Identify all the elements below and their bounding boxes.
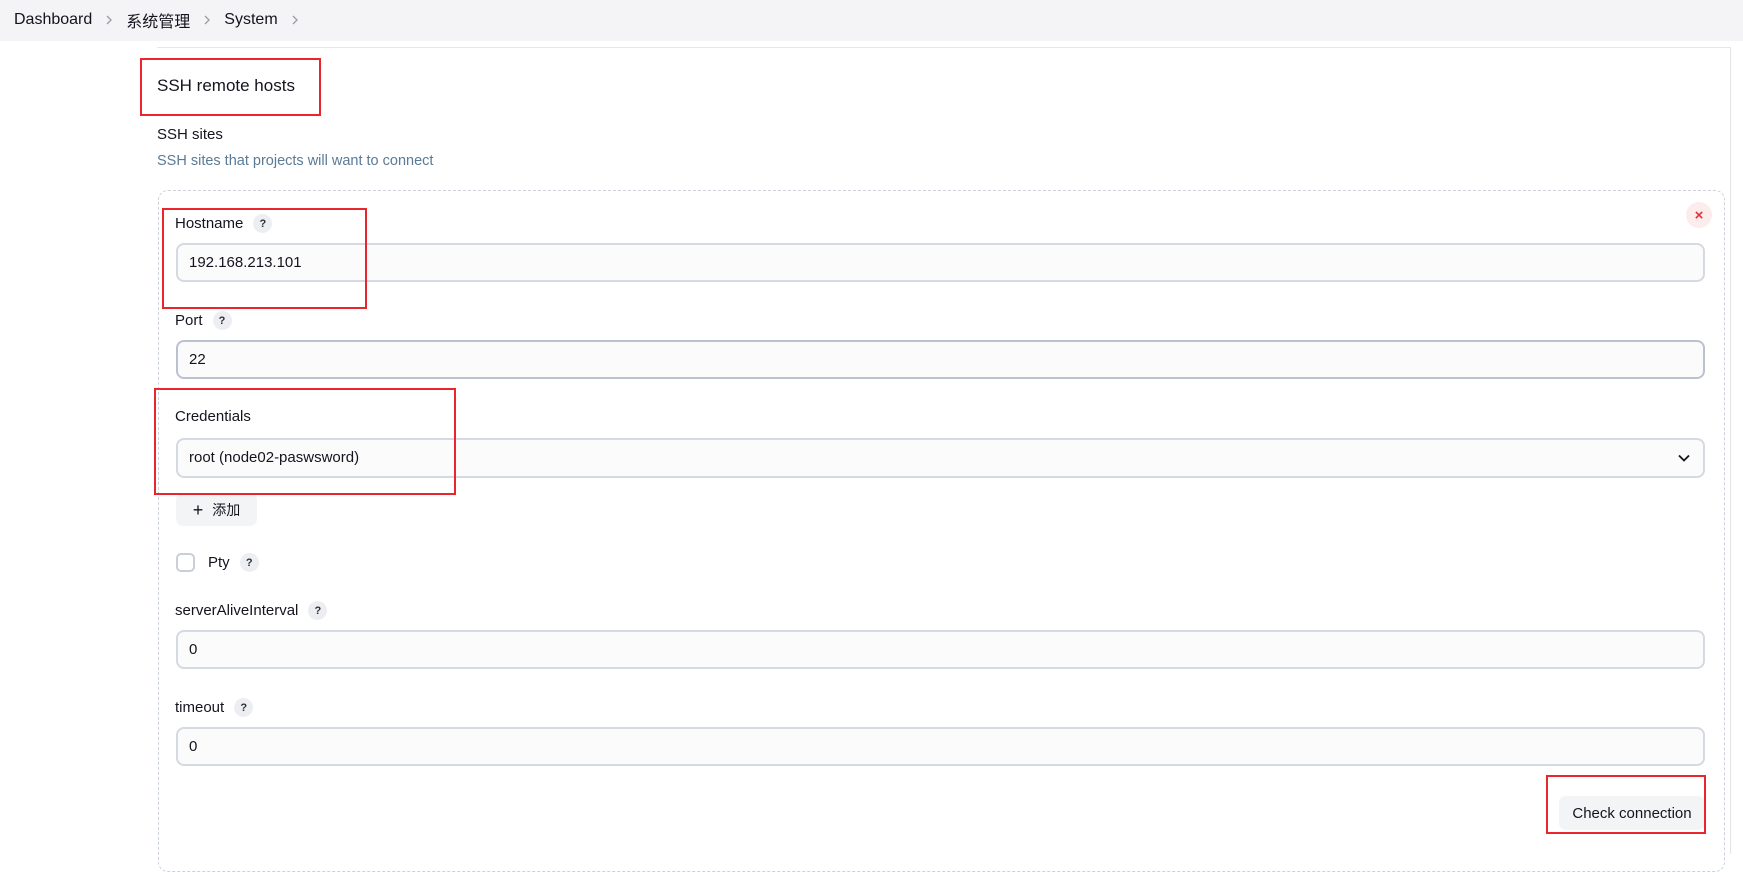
breadcrumb-system[interactable]: System [224,11,277,29]
port-input[interactable] [176,340,1705,379]
help-icon[interactable]: ? [234,698,254,717]
port-label: Port ? [175,311,232,330]
hostname-label-text: Hostname [175,215,244,232]
credentials-label: Credentials [175,408,251,425]
credentials-value: root (node02-paswsword) [189,449,360,466]
pty-label-text: Pty [208,554,230,571]
chevron-right-icon [92,11,126,29]
help-icon[interactable]: ? [212,311,232,330]
timeout-label: timeout ? [175,698,254,717]
add-button-label: 添加 [212,501,241,518]
section-divider [157,47,1730,48]
breadcrumb: Dashboard 系统管理 System [14,8,312,32]
timeout-input[interactable] [176,727,1705,766]
help-icon[interactable]: ? [308,601,328,620]
pty-label: Pty ? [208,553,259,572]
breadcrumb-bar: Dashboard 系统管理 System [0,0,1743,41]
hostname-label: Hostname ? [175,214,273,233]
section-title: SSH remote hosts [157,76,295,95]
vertical-divider [1730,47,1731,854]
chevron-right-icon[interactable] [278,11,312,29]
chevron-right-icon [190,11,224,29]
check-connection-button[interactable]: Check connection [1559,796,1705,830]
plus-icon: + [192,499,204,520]
help-icon[interactable]: ? [253,214,273,233]
ssh-site-entry [158,190,1725,872]
ssh-sites-label: SSH sites [157,126,223,143]
credentials-select[interactable]: root (node02-paswsword) [176,438,1705,478]
pty-checkbox[interactable] [176,553,195,572]
delete-site-icon[interactable]: × [1686,202,1712,228]
server-alive-interval-label: serverAliveInterval ? [175,601,328,620]
help-icon[interactable]: ? [239,553,259,572]
hostname-input[interactable] [176,243,1705,282]
timeout-label-text: timeout [175,699,225,716]
chevron-down-icon [1678,454,1690,462]
port-label-text: Port [175,312,203,329]
add-credentials-button[interactable]: + 添加 [176,493,257,526]
credentials-label-text: Credentials [175,408,251,425]
server-alive-interval-label-text: serverAliveInterval [175,602,299,619]
ssh-sites-description: SSH sites that projects will want to con… [157,153,434,169]
server-alive-interval-input[interactable] [176,630,1705,669]
breadcrumb-manage[interactable]: 系统管理 [126,8,190,32]
breadcrumb-dashboard[interactable]: Dashboard [14,11,92,29]
